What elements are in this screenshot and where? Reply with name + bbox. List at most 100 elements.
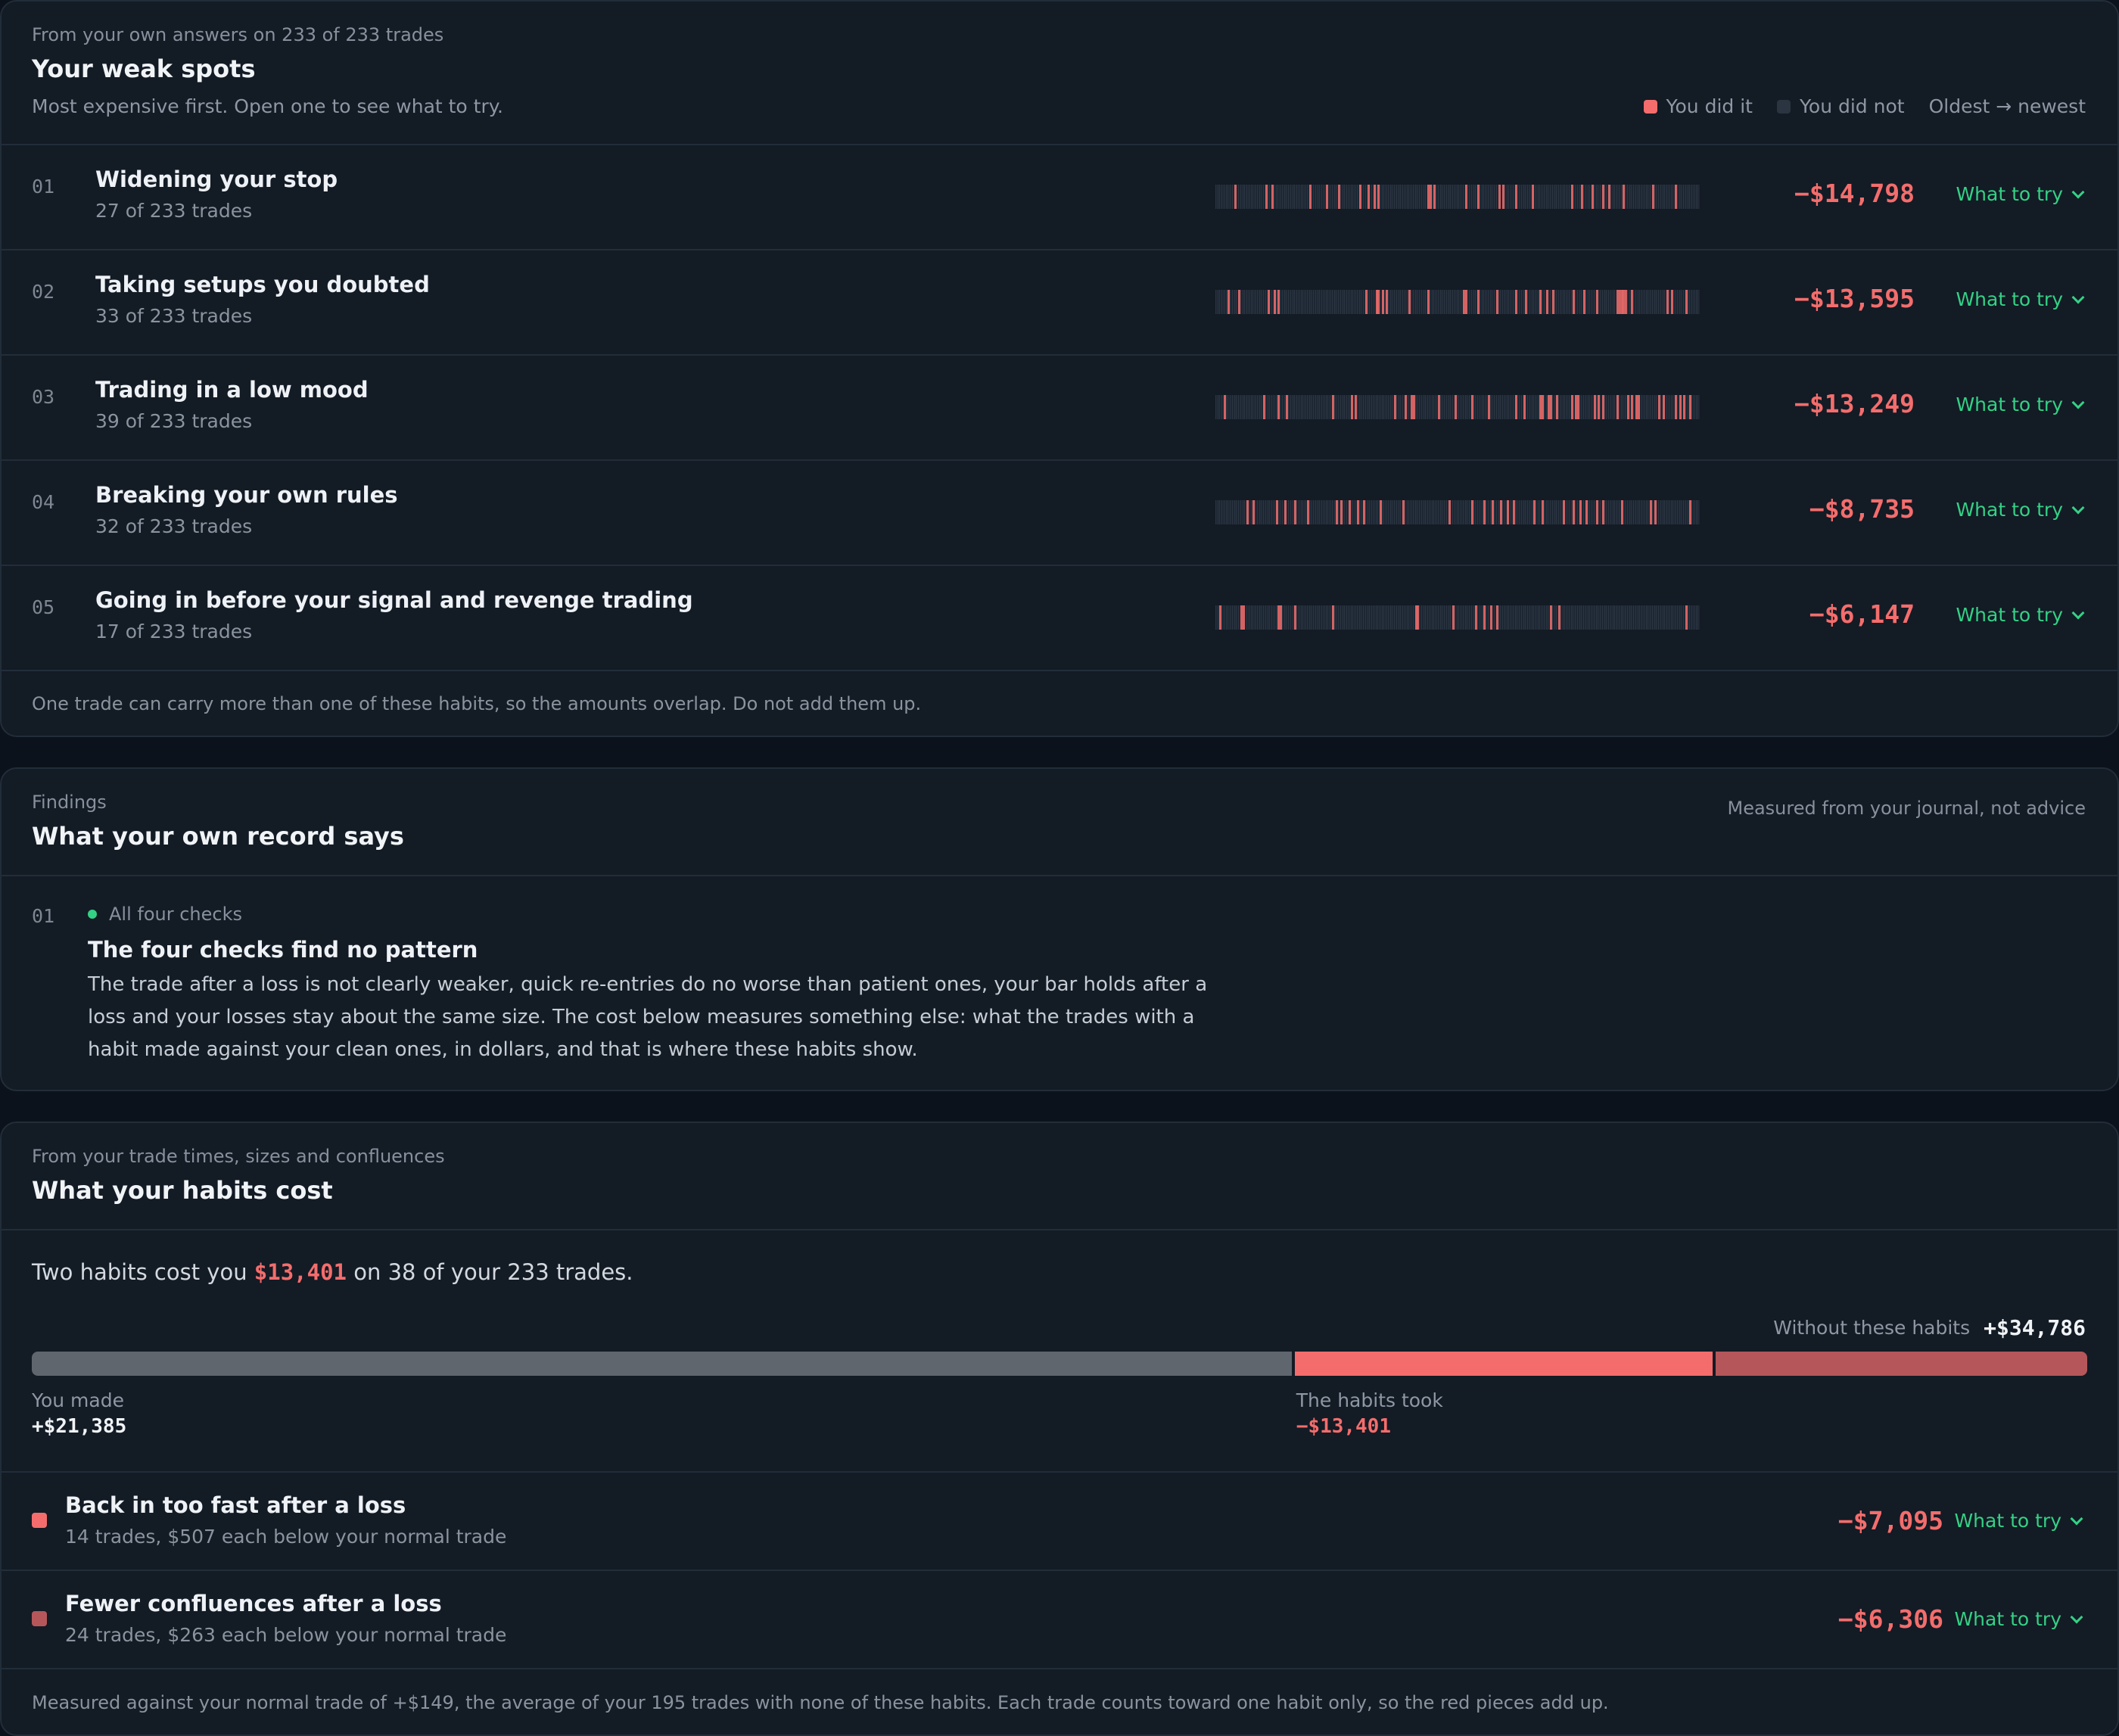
trade-tick [1319,395,1321,419]
habit-trade-tick [1514,185,1517,209]
trade-tick [1512,395,1514,419]
what-to-try-button[interactable]: What to try [1954,1510,2083,1532]
trade-tick [1234,290,1235,314]
row-cost: −$6,147 [1809,599,1915,629]
trade-tick [1383,395,1385,419]
finding-number: 01 [32,905,55,927]
weak-spot-row[interactable]: 02 Taking setups you doubted 33 of 233 tra… [2,250,2117,356]
trade-tick [1425,290,1427,314]
trade-tick [1271,500,1273,524]
trade-tick [1244,395,1246,419]
trade-tick [1396,290,1397,314]
trade-tick [1589,395,1591,419]
trade-tick [1631,605,1632,630]
trade-tick [1664,500,1666,524]
trade-tick [1606,500,1607,524]
trade-tick [1412,605,1414,630]
trade-tick [1456,185,1458,209]
trade-tick [1252,605,1254,630]
weak-spot-row[interactable]: 05 Going in before your signal and reveng… [2,566,2117,671]
habit-trade-tick [1556,395,1559,419]
trade-tick [1344,605,1346,630]
trade-tick [1327,395,1329,419]
what-to-try-button[interactable]: What to try [1956,604,2085,626]
trade-tick [1697,500,1699,524]
weak-spot-row[interactable]: 01 Widening your stop 27 of 233 trades −$14… [2,145,2117,250]
trade-tick [1568,185,1570,209]
chevron-down-icon [2071,185,2085,198]
trade-tick [1654,290,1655,314]
trade-tick [1608,605,1610,630]
trade-tick [1302,500,1304,524]
row-subtitle: 33 of 233 trades [95,305,253,327]
trade-tick [1483,290,1485,314]
weak-spots-legend: You did it You did not Oldest → newest [1643,95,2086,117]
habit-trade-tick [1658,395,1661,419]
trade-tick [1437,605,1439,630]
trade-tick [1277,185,1279,209]
trade-tick [1452,500,1454,524]
trade-tick [1523,290,1524,314]
trade-tick [1589,290,1591,314]
habit-trade-tick [1548,395,1551,419]
habit-trade-tick [1545,290,1548,314]
trade-tick [1645,395,1647,419]
trade-tick [1221,500,1223,524]
trade-tick [1444,185,1445,209]
trade-tick [1333,290,1335,314]
habit-trade-tick [1246,500,1249,524]
what-to-try-button[interactable]: What to try [1954,1608,2083,1630]
habit-trade-tick [1294,605,1297,630]
trade-tick [1234,605,1235,630]
trade-tick [1654,605,1655,630]
trade-tick [1290,290,1291,314]
trade-tick [1352,185,1354,209]
trade-tick [1519,500,1520,524]
trade-tick [1537,395,1539,419]
chevron-down-icon [2071,396,2085,409]
habit-trade-tick [1394,395,1397,419]
habit-trade-tick [1379,500,1382,524]
habit-trade-tick [1265,185,1268,209]
trade-tick [1261,395,1262,419]
trade-tick [1238,185,1240,209]
habit-trade-tick [1358,185,1361,209]
trade-tick [1284,395,1285,419]
trade-tick [1551,500,1553,524]
what-to-try-button[interactable]: What to try [1956,394,2085,415]
trade-tick [1600,290,1601,314]
habit-trade-tick [1542,395,1545,419]
trade-tick [1284,605,1285,630]
habit-trade-tick [1601,500,1604,524]
habit-trade-tick [1452,605,1455,630]
trade-tick [1450,290,1452,314]
habits-footer: Measured against your normal trade of +$… [32,1692,1609,1713]
trade-tick [1420,605,1422,630]
trade-tick [1458,500,1460,524]
trade-tick [1529,500,1530,524]
trade-tick [1352,290,1354,314]
trade-tick [1620,605,1622,630]
trade-tick [1595,185,1597,209]
trade-tick [1608,290,1610,314]
trade-tick [1315,500,1316,524]
trade-tick [1290,395,1291,419]
trade-tick [1525,185,1526,209]
trade-tick [1462,395,1464,419]
trade-tick [1458,605,1460,630]
habit-trade-tick [1679,395,1682,419]
weak-spot-row[interactable]: 03 Trading in a low mood 39 of 233 trades −… [2,356,2117,461]
what-to-try-button[interactable]: What to try [1956,499,2085,521]
weak-spots-footer: One trade can carry more than one of the… [32,693,922,714]
trade-tick [1300,290,1302,314]
what-to-try-button[interactable]: What to try [1956,288,2085,310]
trade-tick [1679,605,1680,630]
trade-tick [1695,605,1697,630]
trade-tick [1394,290,1396,314]
what-to-try-button[interactable]: What to try [1956,183,2085,205]
trade-timeline-strip [1215,605,1700,630]
trade-tick [1494,395,1495,419]
weak-spot-row[interactable]: 04 Breaking your own rules 32 of 233 trade… [2,461,2117,566]
habit-trade-tick [1433,185,1436,209]
trade-tick [1527,605,1529,630]
